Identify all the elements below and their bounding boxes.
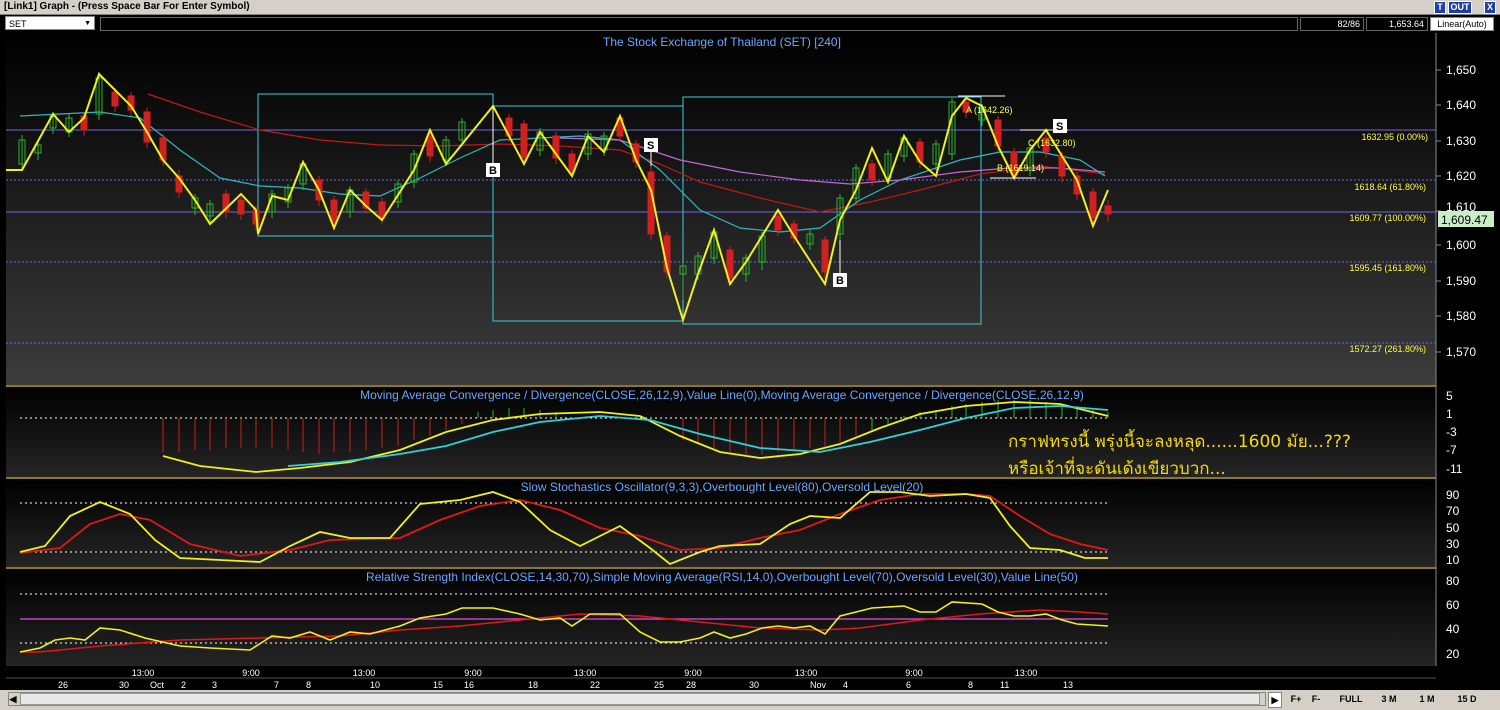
zoom-in-button[interactable]: F+: [1288, 692, 1304, 706]
scale-mode-selector[interactable]: Linear(Auto): [1430, 17, 1494, 31]
macd-tick: -7: [1446, 443, 1457, 457]
price-tick: 1,580: [1446, 309, 1476, 323]
rsi-tick: 60: [1446, 598, 1460, 612]
range-3m-button[interactable]: 3 M: [1376, 692, 1402, 706]
macd-tick: 1: [1446, 407, 1453, 421]
time-label: 13:00: [795, 668, 818, 678]
date-label: Nov: [810, 680, 827, 690]
date-label: 18: [528, 680, 538, 690]
price-tick: 1,630: [1446, 134, 1476, 148]
chart-area[interactable]: A (1642.26) C (1632.80) B (1619.14) B S …: [0, 33, 1500, 690]
date-label: 6: [906, 680, 911, 690]
range-full-button[interactable]: FULL: [1336, 692, 1366, 706]
buy-signal-label: B: [836, 275, 844, 287]
sell-signal-label: S: [1056, 121, 1063, 133]
current-price-label: 1,609.47: [1441, 213, 1488, 227]
window-close-button[interactable]: X: [1484, 1, 1496, 14]
date-label: 26: [58, 680, 68, 690]
date-label: 30: [119, 680, 129, 690]
scroll-right-icon[interactable]: ▶: [1268, 692, 1282, 708]
date-label: 22: [590, 680, 600, 690]
date-label: 30: [749, 680, 759, 690]
date-label: 13: [1063, 680, 1073, 690]
date-label: 4: [843, 680, 848, 690]
time-label: 9:00: [684, 668, 702, 678]
stoch-tick: 30: [1446, 537, 1460, 551]
price-tick: 1,640: [1446, 98, 1476, 112]
buy-signal-label: B: [489, 165, 497, 177]
price-tick: 1,600: [1446, 238, 1476, 252]
window-t-button[interactable]: T: [1434, 1, 1446, 14]
crosshair-info-bar: [100, 17, 1298, 31]
rsi-title: Relative Strength Index(CLOSE,14,30,70),…: [366, 570, 1078, 584]
date-label: 16: [464, 680, 474, 690]
annotation-line-2: หรือเจ้าที่จะดันเด้งเขียวบวก...: [1008, 459, 1226, 479]
last-value: 1,653.64: [1366, 17, 1428, 31]
stoch-tick: 70: [1446, 504, 1460, 518]
annotation-line-1: กราฟทรงนี้ พรุ่งนี้จะลงหลุด......1600 มั…: [1008, 432, 1351, 452]
bar-count: 82/86: [1300, 17, 1364, 31]
fib-label: 1595.45 (161.80%): [1349, 263, 1426, 273]
fib-label: 1609.77 (100.00%): [1349, 213, 1426, 223]
window-title-bar: [Link1] Graph - (Press Space Bar For Ent…: [0, 0, 1500, 15]
chevron-down-icon[interactable]: ▼: [84, 17, 91, 31]
rsi-tick: 20: [1446, 647, 1460, 661]
symbol-selector[interactable]: SET ▼: [5, 16, 95, 30]
point-a-label: A (1642.26): [966, 105, 1013, 115]
stoch-axis: 90 70 50 30 10: [1446, 488, 1460, 567]
price-tick: 1,590: [1446, 274, 1476, 288]
time-label: 9:00: [464, 668, 482, 678]
zoom-out-button[interactable]: F-: [1308, 692, 1324, 706]
price-panel: [6, 33, 1436, 385]
time-label: 13:00: [574, 668, 597, 678]
price-tick: 1,650: [1446, 63, 1476, 77]
time-label: 13:00: [1015, 668, 1038, 678]
stoch-tick: 50: [1446, 521, 1460, 535]
date-label: 25: [654, 680, 664, 690]
range-15d-button[interactable]: 15 D: [1452, 692, 1482, 706]
date-label: Oct: [150, 680, 165, 690]
time-label: 13:00: [132, 668, 155, 678]
symbol-value: SET: [9, 19, 27, 29]
date-label: 28: [686, 680, 696, 690]
chart-title: The Stock Exchange of Thailand (SET) [24…: [603, 35, 841, 49]
date-label: 3: [212, 680, 217, 690]
date-label: 7: [274, 680, 279, 690]
point-b-label: B (1619.14): [997, 163, 1044, 173]
macd-tick: -11: [1446, 462, 1463, 476]
rsi-tick: 40: [1446, 622, 1460, 636]
macd-tick: -3: [1446, 425, 1457, 439]
date-label: 8: [968, 680, 973, 690]
time-label: 13:00: [353, 668, 376, 678]
date-label: 8: [306, 680, 311, 690]
time-label: 9:00: [242, 668, 260, 678]
macd-title: Moving Average Convergence / Divergence(…: [360, 388, 1084, 402]
date-label: 15: [433, 680, 443, 690]
price-tick: 1,570: [1446, 345, 1476, 359]
stoch-title: Slow Stochastics Oscillator(9,3,3),Overb…: [521, 480, 924, 494]
fib-label: 1632.95 (0.00%): [1361, 132, 1428, 142]
window-title: [Link1] Graph - (Press Space Bar For Ent…: [4, 1, 250, 12]
fib-label: 1572.27 (261.80%): [1349, 344, 1426, 354]
macd-tick: 5: [1446, 389, 1453, 403]
time-label: 9:00: [905, 668, 923, 678]
date-label: 2: [181, 680, 186, 690]
window-out-button[interactable]: OUT: [1448, 1, 1472, 14]
stoch-tick: 10: [1446, 553, 1460, 567]
point-c-label: C (1632.80): [1028, 138, 1076, 148]
date-label: 10: [370, 680, 380, 690]
rsi-tick: 80: [1446, 574, 1460, 588]
date-label: 11: [1000, 680, 1009, 690]
price-tick: 1,620: [1446, 169, 1476, 183]
range-1m-button[interactable]: 1 M: [1414, 692, 1440, 706]
stoch-tick: 90: [1446, 488, 1460, 502]
fib-label: 1618.64 (61.80%): [1354, 182, 1426, 192]
scrollbar-thumb[interactable]: [20, 693, 1260, 705]
scroll-left-icon[interactable]: ◀: [8, 692, 18, 706]
sell-signal-label: S: [647, 140, 654, 152]
